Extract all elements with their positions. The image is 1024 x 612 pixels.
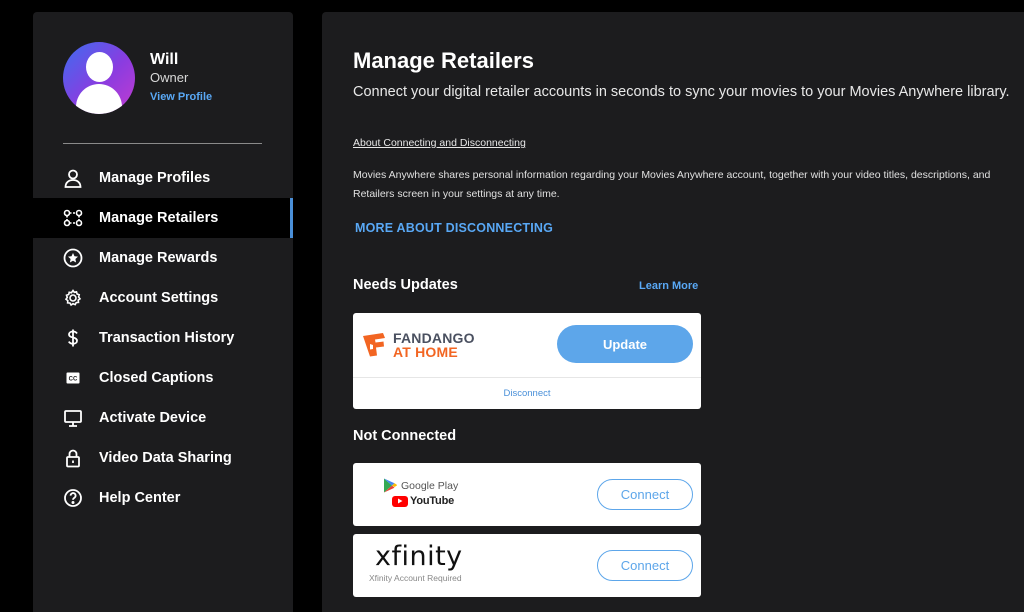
youtube-label: YouTube	[410, 495, 455, 507]
gear-icon	[63, 288, 83, 308]
info-paragraph-line: Movies Anywhere shares personal informat…	[353, 169, 991, 181]
about-connecting-link[interactable]: About Connecting and Disconnecting	[353, 137, 526, 149]
more-about-disconnecting-link[interactable]: MORE ABOUT DISCONNECTING	[355, 221, 553, 235]
sidebar-item-manage-profiles[interactable]: Manage Profiles	[33, 158, 293, 198]
person-icon	[63, 168, 83, 188]
sidebar-item-label: Activate Device	[99, 410, 207, 426]
connect-button-google-play[interactable]: Connect	[597, 479, 693, 510]
profile-name: Will	[150, 51, 179, 68]
connect-button-xfinity[interactable]: Connect	[597, 550, 693, 581]
google-play-youtube-logo: Google Play YouTube	[383, 478, 458, 507]
view-profile-link[interactable]: View Profile	[150, 86, 212, 108]
cc-icon: CC	[63, 368, 83, 388]
sidebar-item-label: Manage Retailers	[99, 210, 219, 226]
sidebar-item-label: Transaction History	[99, 330, 235, 346]
sidebar-item-activate-device[interactable]: Activate Device	[33, 398, 293, 438]
sidebar-item-manage-retailers[interactable]: Manage Retailers	[33, 198, 293, 238]
xfinity-logo: xfinity Xfinity Account Required	[369, 541, 463, 584]
fandango-logo: FANDANGO AT HOME	[361, 331, 475, 359]
youtube-play-icon	[392, 495, 408, 507]
xfinity-account-note: Xfinity Account Required	[369, 573, 462, 583]
sidebar-item-label: Manage Rewards	[99, 250, 218, 266]
sidebar-item-label: Account Settings	[99, 290, 219, 306]
sidebar-item-label: Manage Profiles	[99, 170, 211, 186]
sidebar-item-label: Help Center	[99, 490, 181, 506]
retailer-card-fandango: FANDANGO AT HOME Update Disconnect	[353, 313, 701, 409]
learn-more-link[interactable]: Learn More	[639, 280, 698, 292]
avatar[interactable]	[63, 42, 135, 114]
fandango-f-icon	[363, 333, 385, 357]
sidebar-item-closed-captions[interactable]: CC Closed Captions	[33, 358, 293, 398]
lock-icon	[63, 448, 83, 468]
not-connected-heading: Not Connected	[353, 428, 457, 444]
divider	[63, 143, 262, 144]
help-icon	[63, 488, 83, 508]
disconnect-link[interactable]: Disconnect	[353, 378, 701, 409]
info-paragraph-line: Retailers screen in your settings at any…	[353, 188, 560, 200]
svg-text:CC: CC	[69, 377, 78, 383]
sidebar-item-label: Video Data Sharing	[99, 450, 232, 466]
profile-role: Owner	[150, 70, 189, 85]
dollar-icon	[63, 328, 83, 348]
main-panel: Manage Retailers Connect your digital re…	[322, 12, 1024, 612]
page-subtitle: Connect your digital retailer accounts i…	[353, 84, 1010, 100]
star-icon	[63, 248, 83, 268]
google-play-icon	[384, 478, 397, 493]
fandango-logo-line1: FANDANGO	[393, 330, 475, 346]
sidebar-item-transaction-history[interactable]: Transaction History	[33, 318, 293, 358]
google-play-label: Google Play	[401, 479, 459, 492]
monitor-icon	[63, 408, 83, 428]
fandango-logo-line2: AT HOME	[393, 344, 458, 360]
retailers-icon	[63, 208, 83, 228]
update-button[interactable]: Update	[557, 325, 693, 363]
sidebar-item-video-data-sharing[interactable]: Video Data Sharing	[33, 438, 293, 478]
sidebar-item-account-settings[interactable]: Account Settings	[33, 278, 293, 318]
sidebar-item-manage-rewards[interactable]: Manage Rewards	[33, 238, 293, 278]
sidebar-item-label: Closed Captions	[99, 370, 214, 386]
retailer-card-xfinity: xfinity Xfinity Account Required Connect	[353, 534, 701, 597]
page-title: Manage Retailers	[353, 48, 534, 73]
retailer-card-google-play-youtube: Google Play YouTube Connect	[353, 463, 701, 526]
info-paragraph: Movies Anywhere shares personal informat…	[353, 166, 1024, 204]
needs-updates-heading: Needs Updates	[353, 277, 458, 293]
sidebar-item-help-center[interactable]: Help Center	[33, 478, 293, 518]
profile-summary: Will Owner View Profile	[63, 42, 212, 114]
sidebar: Will Owner View Profile Manage Profiles …	[33, 12, 293, 612]
xfinity-wordmark: xfinity	[375, 541, 463, 572]
sidebar-nav: Manage Profiles Manage Retailers Manage …	[33, 158, 293, 518]
